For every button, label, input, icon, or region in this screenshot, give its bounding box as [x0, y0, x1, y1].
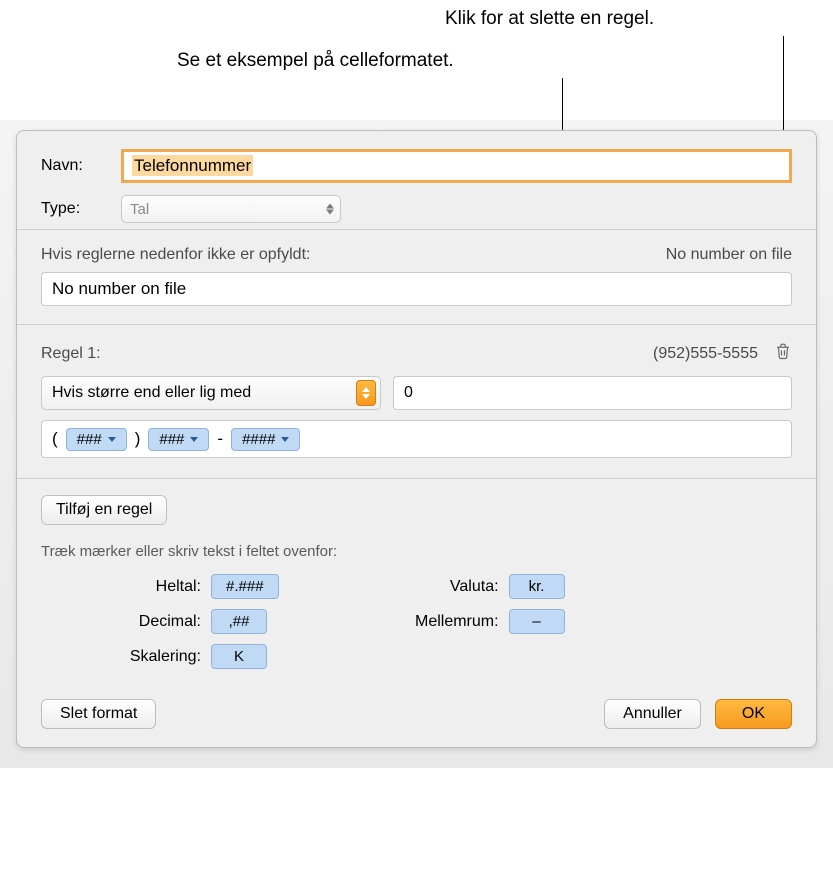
cancel-button[interactable]: Annuller [604, 699, 701, 729]
ok-label: OK [742, 705, 765, 723]
add-rule-button[interactable]: Tilføj en regel [41, 495, 167, 525]
name-input-value: Telefonnummer [132, 155, 253, 176]
currency-label: Valuta: [399, 578, 499, 596]
type-label: Type: [41, 200, 121, 218]
type-select[interactable]: Tal [121, 195, 341, 223]
decimal-token[interactable]: ,## [211, 609, 267, 634]
divider [17, 324, 816, 325]
updown-icon [326, 204, 334, 215]
rule1-condition-select[interactable]: Hvis større end eller lig med [41, 376, 381, 410]
rule1-preview: (952)555-5555 [653, 345, 758, 363]
callout-preview-format: Se et eksempel på celleformatet. [177, 50, 454, 72]
format-literal-close: ) [135, 429, 141, 449]
trash-icon [774, 341, 792, 361]
chevron-down-icon [190, 437, 198, 442]
format-token-2[interactable]: ### [148, 428, 209, 451]
divider [17, 478, 816, 479]
decimal-label: Decimal: [101, 613, 201, 631]
chevron-down-icon [281, 437, 289, 442]
rule1-value: 0 [404, 384, 413, 402]
integer-label: Heltal: [101, 578, 201, 596]
rule1-value-field[interactable]: 0 [393, 376, 792, 410]
stepper-icon [356, 380, 376, 406]
chevron-down-icon [108, 437, 116, 442]
token-palette: Heltal: #.### Decimal: ,## Skalering: K … [41, 574, 792, 669]
fallback-field[interactable]: No number on file [41, 272, 792, 306]
space-label: Mellemrum: [399, 613, 499, 631]
name-label: Navn: [41, 157, 121, 175]
format-token-1-text: ### [77, 431, 102, 448]
format-literal-open: ( [52, 429, 58, 449]
token-helper-text: Træk mærker eller skriv tekst i feltet o… [41, 543, 792, 560]
format-token-1[interactable]: ### [66, 428, 127, 451]
name-input[interactable]: Telefonnummer [121, 149, 792, 183]
format-literal-dash: - [217, 429, 223, 449]
fallback-preview: No number on file [666, 246, 792, 264]
format-token-3[interactable]: #### [231, 428, 300, 451]
integer-token[interactable]: #.### [211, 574, 279, 599]
ok-button[interactable]: OK [715, 699, 792, 729]
rule1-condition-value: Hvis større end eller lig med [52, 384, 251, 402]
callout-delete-rule: Klik for at slette en regel. [445, 8, 654, 30]
add-rule-label: Tilføj en regel [56, 501, 152, 519]
scale-token[interactable]: K [211, 644, 267, 669]
cancel-label: Annuller [623, 705, 682, 723]
delete-rule-button[interactable] [774, 341, 792, 366]
type-select-value: Tal [130, 201, 149, 218]
custom-format-dialog: Navn: Telefonnummer Type: Tal Hvis regle… [16, 130, 817, 748]
rule1-format-field[interactable]: ( ### ) ### - #### [41, 420, 792, 458]
scale-label: Skalering: [101, 648, 201, 666]
format-token-2-text: ### [159, 431, 184, 448]
divider [17, 229, 816, 230]
currency-token[interactable]: kr. [509, 574, 565, 599]
format-token-3-text: #### [242, 431, 275, 448]
space-token[interactable]: – [509, 609, 565, 634]
fallback-label: Hvis reglerne nedenfor ikke er opfyldt: [41, 246, 310, 264]
rule1-label: Regel 1: [41, 345, 101, 363]
fallback-field-value: No number on file [52, 279, 186, 299]
delete-format-label: Slet format [60, 705, 137, 723]
delete-format-button[interactable]: Slet format [41, 699, 156, 729]
callout-area: Klik for at slette en regel. Se et eksem… [0, 0, 833, 120]
